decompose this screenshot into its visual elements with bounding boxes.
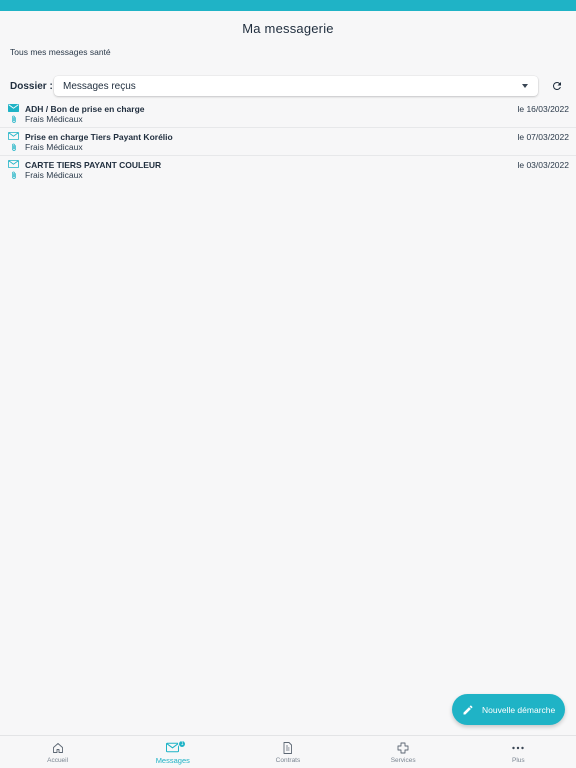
- new-request-label: Nouvelle démarche: [482, 704, 556, 715]
- folder-label: Dossier :: [10, 80, 53, 92]
- message-row[interactable]: ADH / Bon de prise en charge Frais Médic…: [0, 100, 576, 128]
- tab-label: Services: [390, 757, 416, 764]
- page-header: Ma messagerie: [0, 11, 576, 45]
- chevron-down-icon: [522, 84, 528, 88]
- message-date: le 03/03/2022: [517, 160, 569, 170]
- envelope-outline-icon: [8, 160, 19, 168]
- envelope-outline-icon: [8, 132, 19, 140]
- message-category: Frais Médicaux: [25, 142, 83, 152]
- tab-services[interactable]: Services: [346, 736, 461, 768]
- home-icon: [52, 742, 63, 753]
- tab-label: Accueil: [47, 757, 69, 764]
- tab-accueil[interactable]: Accueil: [0, 736, 115, 768]
- message-date: le 16/03/2022: [517, 104, 569, 114]
- folder-row: Dossier : Messages reçus: [10, 76, 566, 96]
- folder-select[interactable]: Messages reçus: [54, 76, 538, 96]
- envelope-filled-icon: [8, 104, 19, 112]
- refresh-icon: [552, 81, 561, 90]
- attachment-icon: [12, 143, 16, 151]
- attachment-icon: [12, 115, 16, 123]
- message-row[interactable]: CARTE TIERS PAYANT COULEUR Frais Médicau…: [0, 156, 576, 184]
- page-title: Ma messagerie: [242, 20, 334, 36]
- tab-plus[interactable]: Plus: [461, 736, 576, 768]
- tab-bar: Accueil 1 Messages Contrats Services Plu…: [0, 735, 576, 768]
- pencil-icon: [463, 704, 473, 714]
- document-icon: [284, 741, 293, 754]
- more-icon: [512, 746, 525, 749]
- medical-cross-icon: [397, 742, 409, 753]
- message-list: ADH / Bon de prise en charge Frais Médic…: [0, 100, 576, 184]
- message-subject: ADH / Bon de prise en charge: [25, 104, 145, 114]
- message-subject: CARTE TIERS PAYANT COULEUR: [25, 160, 162, 170]
- tab-label: Contrats: [275, 757, 301, 764]
- message-subject: Prise en charge Tiers Payant Korélio: [25, 132, 173, 142]
- page-subtitle: Tous mes messages santé: [10, 47, 111, 57]
- message-category: Frais Médicaux: [25, 114, 83, 124]
- new-request-button[interactable]: Nouvelle démarche: [452, 694, 565, 725]
- attachment-icon: [12, 171, 16, 179]
- message-row[interactable]: Prise en charge Tiers Payant Korélio Fra…: [0, 128, 576, 156]
- tab-messages[interactable]: 1 Messages: [115, 736, 230, 768]
- status-bar: [0, 0, 576, 11]
- folder-select-value: Messages reçus: [63, 80, 136, 92]
- unread-badge: 1: [178, 740, 187, 748]
- message-date: le 07/03/2022: [517, 132, 569, 142]
- tab-label: Messages: [155, 756, 190, 765]
- tab-contrats[interactable]: Contrats: [230, 736, 345, 768]
- tab-label: Plus: [512, 757, 525, 764]
- message-category: Frais Médicaux: [25, 170, 83, 180]
- refresh-button[interactable]: [548, 77, 566, 95]
